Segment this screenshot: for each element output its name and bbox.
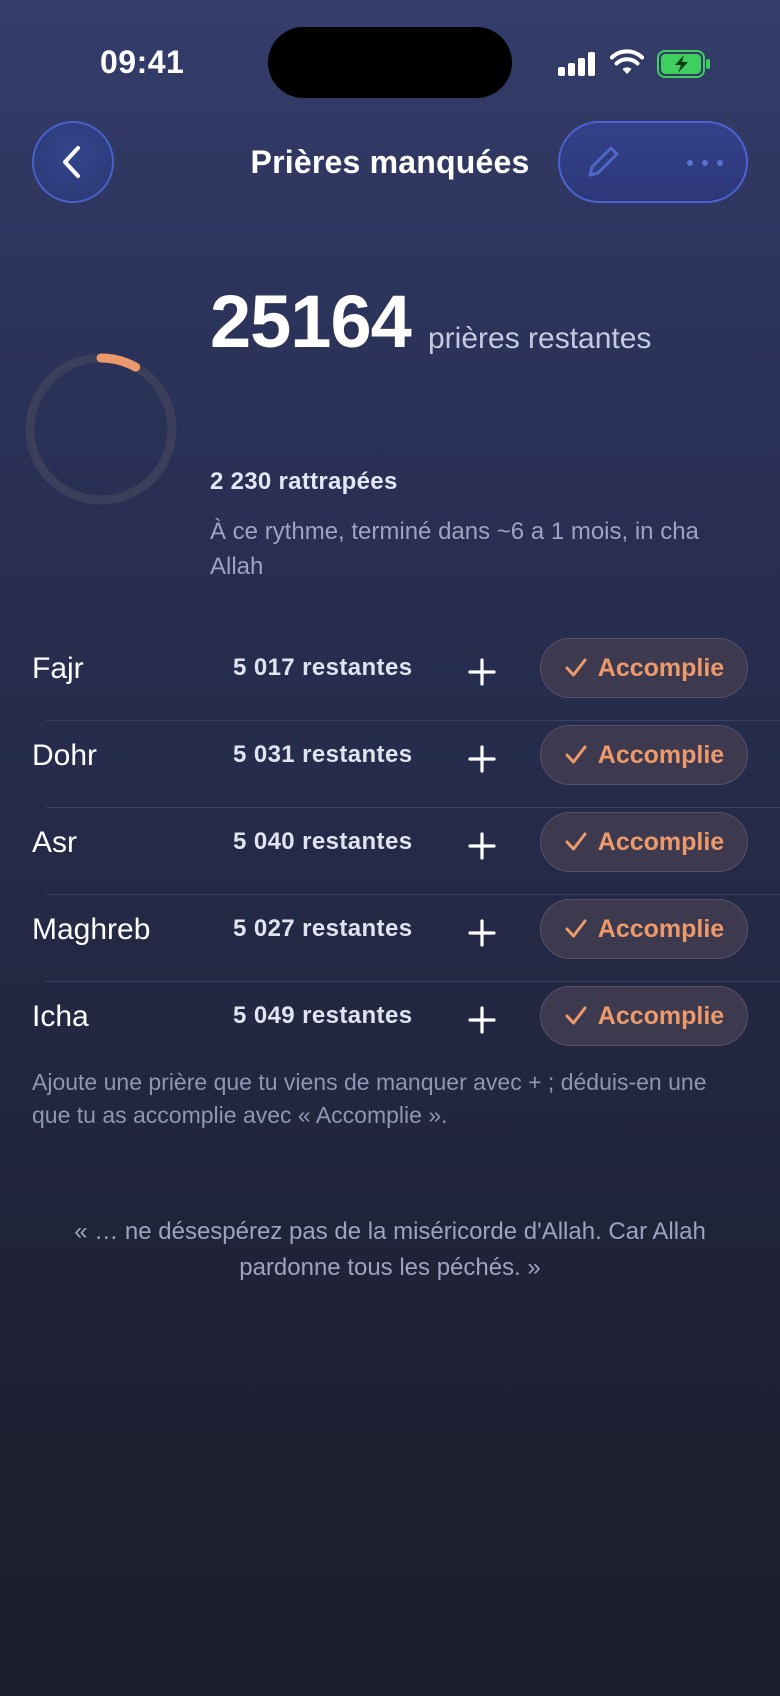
battery-icon: [657, 50, 710, 78]
check-icon: [565, 832, 587, 851]
prayer-remaining: 5 031 restantes: [233, 741, 413, 768]
accomplished-button[interactable]: Accomplie: [540, 899, 748, 959]
check-icon: [565, 1006, 587, 1025]
pace-estimate: À ce rythme, terminé dans ~6 a 1 mois, i…: [210, 518, 699, 580]
prayer-name: Dohr: [32, 739, 98, 772]
accomplished-label: Accomplie: [597, 914, 725, 943]
plus-icon: [468, 919, 496, 947]
plus-icon: [468, 745, 496, 773]
accomplished-button[interactable]: Accomplie: [540, 986, 748, 1046]
add-missed-button[interactable]: [462, 1000, 502, 1040]
prayer-name: Maghreb: [32, 913, 151, 946]
add-missed-button[interactable]: [462, 913, 502, 953]
accomplished-button[interactable]: Accomplie: [540, 812, 748, 872]
quote: « … ne désespérez pas de la miséricorde …: [74, 1218, 706, 1281]
prayer-remaining: 5 017 restantes: [233, 654, 413, 681]
add-missed-button[interactable]: [462, 652, 502, 692]
check-icon: [565, 919, 587, 938]
plus-icon: [468, 832, 496, 860]
add-missed-button[interactable]: [462, 826, 502, 866]
remaining-label: prières restantes: [428, 322, 652, 355]
prayer-name: Icha: [32, 1000, 89, 1033]
plus-icon: [468, 658, 496, 686]
prayer-remaining: 5 027 restantes: [233, 915, 413, 942]
accomplished-label: Accomplie: [597, 740, 725, 769]
usage-hint: Ajoute une prière que tu viens de manque…: [32, 1069, 707, 1128]
dynamic-island: [268, 27, 512, 98]
more-icon[interactable]: [684, 154, 726, 172]
remaining-total: 25164: [210, 280, 412, 363]
check-icon: [565, 745, 587, 764]
prayer-remaining: 5 049 restantes: [233, 1002, 413, 1029]
accomplished-button[interactable]: Accomplie: [540, 638, 748, 698]
list-item: Asr 5 040 restantes Accomplie: [32, 807, 780, 894]
list-item: Icha 5 049 restantes Accomplie: [32, 981, 780, 1068]
accomplished-label: Accomplie: [597, 827, 725, 856]
signal-icon: [558, 52, 598, 76]
list-item: Dohr 5 031 restantes Accomplie: [32, 720, 780, 807]
accomplished-button[interactable]: Accomplie: [540, 725, 748, 785]
list-item: Maghreb 5 027 restantes Accomplie: [32, 894, 780, 981]
list-item: Fajr 5 017 restantes Accomplie: [0, 634, 780, 720]
accomplished-label: Accomplie: [597, 653, 725, 682]
caught-up-count: 2 230 rattrapées: [210, 468, 398, 495]
add-missed-button[interactable]: [462, 739, 502, 779]
prayer-remaining: 5 040 restantes: [233, 828, 413, 855]
prayer-name: Asr: [32, 826, 77, 859]
wifi-icon: [610, 49, 644, 74]
prayer-list: Fajr 5 017 restantes Accomplie Dohr 5 03…: [0, 634, 780, 1068]
check-icon: [565, 658, 587, 677]
pencil-icon[interactable]: [582, 141, 624, 183]
status-time: 09:41: [100, 44, 185, 80]
plus-icon: [468, 1006, 496, 1034]
prayer-name: Fajr: [32, 652, 84, 685]
progress-ring: [25, 353, 177, 505]
accomplished-label: Accomplie: [597, 1001, 725, 1030]
header-actions: [558, 121, 748, 203]
